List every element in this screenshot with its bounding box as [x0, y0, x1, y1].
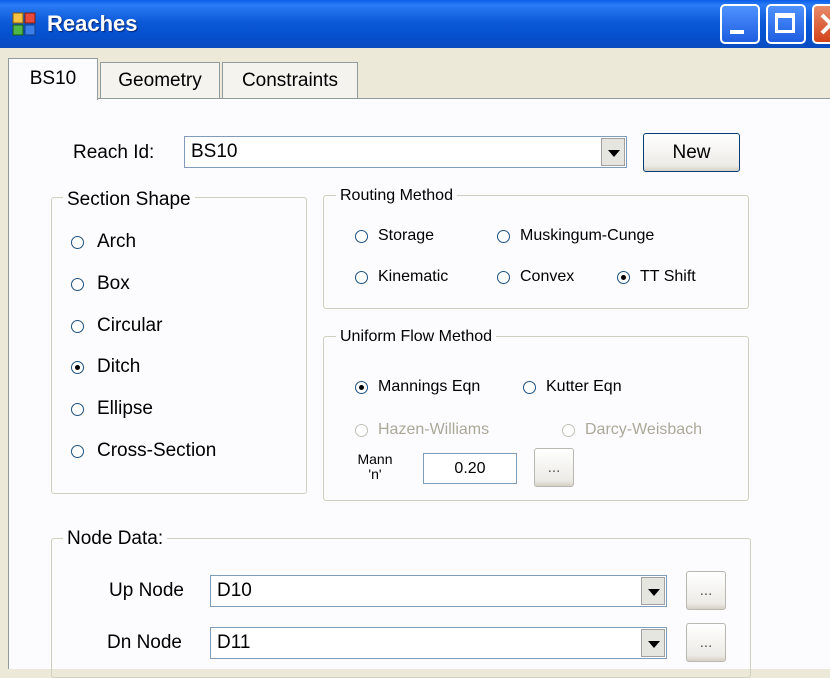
label-arch: Arch: [97, 231, 137, 252]
radio-kutter-eqn[interactable]: [523, 381, 536, 394]
new-button[interactable]: New: [643, 133, 740, 172]
routing-method-group: [323, 195, 749, 309]
reach-id-value: BS10: [191, 141, 238, 162]
label-muskingum-cunge: Muskingum-Cunge: [520, 227, 655, 244]
radio-hazen-williams[interactable]: [355, 424, 368, 437]
radio-box[interactable]: [71, 278, 84, 291]
label-ditch: Ditch: [97, 356, 141, 377]
routing-method-legend: Routing Method: [336, 186, 457, 206]
label-ellipse: Ellipse: [97, 398, 153, 419]
radio-arch[interactable]: [71, 236, 84, 249]
close-button[interactable]: [812, 4, 830, 44]
dn-node-label: Dn Node: [107, 632, 182, 653]
dn-node-browse-button[interactable]: ...: [686, 623, 726, 662]
chevron-down-icon[interactable]: [601, 138, 625, 166]
radio-circular[interactable]: [71, 320, 84, 333]
reach-id-combo[interactable]: BS10: [184, 136, 627, 168]
window-title: Reaches: [47, 11, 138, 36]
label-convex: Convex: [520, 268, 575, 285]
chevron-down-icon[interactable]: [641, 629, 665, 657]
mann-n-input[interactable]: 0.20: [423, 453, 517, 484]
up-node-browse-button[interactable]: ...: [686, 571, 726, 610]
label-darcy-weisbach: Darcy-Weisbach: [585, 421, 703, 438]
radio-ditch[interactable]: [71, 361, 84, 374]
label-storage: Storage: [378, 227, 435, 244]
radio-cross-section[interactable]: [71, 445, 84, 458]
uniform-flow-legend: Uniform Flow Method: [336, 327, 497, 347]
radio-tt-shift[interactable]: [617, 271, 630, 284]
radio-darcy-weisbach[interactable]: [562, 424, 575, 437]
radio-storage[interactable]: [355, 230, 368, 243]
label-kutter-eqn: Kutter Eqn: [546, 378, 622, 395]
radio-mannings-eqn[interactable]: [355, 381, 368, 394]
mann-label-line2: 'n': [368, 466, 382, 482]
chevron-down-icon[interactable]: [641, 577, 665, 605]
dn-node-combo[interactable]: D11: [210, 627, 667, 659]
tab-constraints[interactable]: Constraints: [222, 62, 358, 98]
label-hazen-williams: Hazen-Williams: [378, 421, 490, 438]
radio-kinematic[interactable]: [355, 271, 368, 284]
section-shape-legend: Section Shape: [63, 188, 195, 212]
radio-convex[interactable]: [497, 271, 510, 284]
up-node-label: Up Node: [109, 580, 184, 601]
up-node-value: D10: [217, 580, 252, 601]
maximize-button[interactable]: [766, 4, 806, 44]
tab-bs10[interactable]: BS10: [8, 58, 98, 100]
label-box: Box: [97, 273, 130, 294]
mann-n-label: Mann 'n': [354, 452, 396, 482]
label-tt-shift: TT Shift: [640, 268, 696, 285]
mann-browse-button[interactable]: ...: [534, 448, 574, 487]
mann-label-line1: Mann: [357, 451, 393, 467]
label-circular: Circular: [97, 315, 163, 336]
up-node-combo[interactable]: D10: [210, 575, 667, 607]
close-icon: [820, 13, 830, 35]
label-cross-section: Cross-Section: [97, 440, 217, 461]
tab-geometry[interactable]: Geometry: [100, 62, 220, 98]
node-data-legend: Node Data:: [63, 527, 168, 551]
radio-muskingum-cunge[interactable]: [497, 230, 510, 243]
label-mannings-eqn: Mannings Eqn: [378, 378, 481, 395]
label-kinematic: Kinematic: [378, 268, 449, 285]
reach-id-label: Reach Id:: [73, 142, 155, 163]
radio-ellipse[interactable]: [71, 403, 84, 416]
app-icon: [12, 12, 36, 36]
minimize-button[interactable]: [720, 4, 760, 44]
dn-node-value: D11: [217, 632, 251, 653]
